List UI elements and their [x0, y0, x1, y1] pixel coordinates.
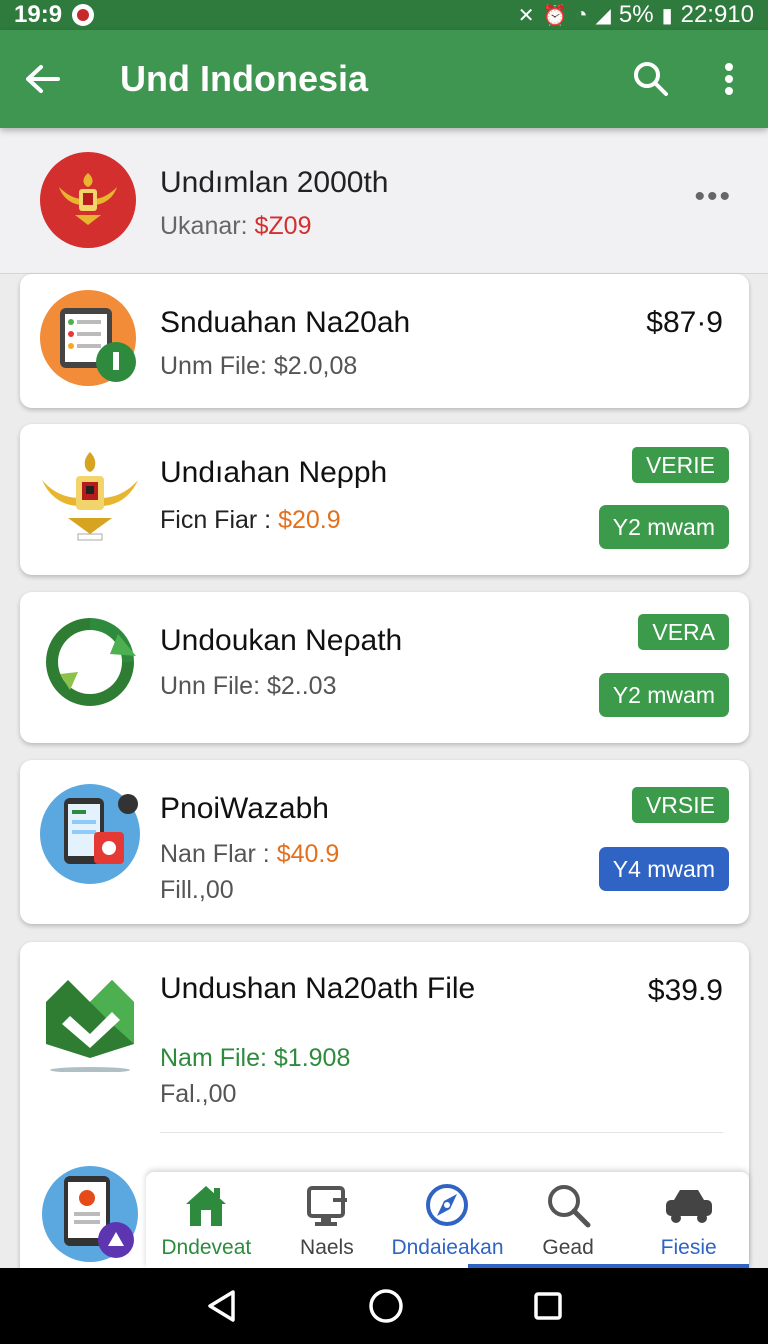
item-extra: Fal.,00: [160, 1080, 237, 1108]
item-subtitle: Nam File: $1.908: [160, 1044, 351, 1072]
version-badge: VERIE: [631, 447, 729, 483]
header-sub-label: Ukanar:: [160, 212, 248, 240]
nav-item-discover[interactable]: Dndaieakan: [387, 1172, 508, 1268]
status-clock: 22:910: [680, 1, 754, 28]
search-button[interactable]: [612, 30, 690, 128]
download-button[interactable]: Y2 mwam: [598, 673, 729, 717]
nav-item-search[interactable]: Gead: [508, 1172, 629, 1268]
nav-label: Gead: [542, 1236, 594, 1259]
monitor-icon: [306, 1186, 347, 1226]
item-title: Snduahan Na20ah: [160, 306, 411, 339]
sync-icon: [46, 618, 136, 706]
notification-icon: [72, 4, 95, 26]
alarm-icon: ⏰: [542, 4, 568, 27]
more-horiz-icon[interactable]: •••: [694, 180, 732, 214]
vpn-logo-icon: [46, 980, 134, 1072]
arrow-left-icon: [26, 65, 60, 93]
item-price: $40.9: [276, 840, 340, 868]
divider: [160, 1132, 723, 1133]
overflow-menu-button[interactable]: [690, 30, 768, 128]
list-item[interactable]: Snduahan Na20ah Unm File: $2.0,08 $87·9: [20, 274, 749, 408]
item-subtitle: Unm File: $2.0,08: [160, 352, 358, 380]
system-home-icon[interactable]: [368, 1288, 404, 1324]
status-icons: ✕ ⏰ ◔ ◢ 5% ▮ 22:910: [518, 1, 754, 29]
system-back-icon[interactable]: [205, 1289, 239, 1323]
download-button[interactable]: Y2 mwam: [598, 505, 729, 549]
header-title: Undımlan 2000th: [160, 166, 389, 199]
signal-icon: ◢: [595, 4, 611, 27]
document-app-icon: [42, 1166, 138, 1262]
version-badge: VRSIE: [631, 787, 729, 823]
nav-label: Dndaieakan: [391, 1236, 504, 1259]
list-item[interactable]: Undıahan Neρph Ficn Fiar : $20.9 VERIE Y…: [20, 424, 749, 575]
home-icon: [186, 1186, 227, 1226]
header-item[interactable]: Undımlan 2000th Ukanar: $Z09 •••: [0, 128, 768, 274]
nav-label: Naels: [300, 1236, 354, 1259]
item-title: Undoukan Neρath: [160, 624, 403, 657]
item-title: Undushan Na20ath File: [160, 972, 476, 1005]
download-button[interactable]: Y4 mwam: [598, 847, 729, 891]
item-sub-label: Nan Flar :: [160, 840, 270, 868]
nav-item-fiesie[interactable]: Fiesie: [628, 1172, 749, 1268]
battery-icon: ▮: [661, 4, 673, 27]
item-sub-label: Ficn Fiar :: [160, 506, 272, 534]
search-icon: [634, 62, 668, 96]
car-icon: [665, 1190, 712, 1223]
item-subtitle: Nan Flar : $40.9: [160, 840, 339, 869]
bottom-navigation: Dndeveat Naels Dndaieakan Gead Fiesie: [146, 1172, 749, 1268]
page-title: Und Indonesia: [120, 58, 369, 99]
system-navigation-bar: [0, 1268, 768, 1344]
item-subtitle: Ficn Fiar : $20.9: [160, 506, 341, 535]
list-item[interactable]: PnoiWazabh Nan Flar : $40.9 Fill.,00 VRS…: [20, 760, 749, 924]
more-vert-icon: [725, 63, 733, 95]
garuda-icon: [42, 452, 138, 541]
item-title: Undıahan Neρph: [160, 456, 388, 489]
item-price: $87·9: [646, 306, 723, 339]
item-extra: Fill.,00: [160, 876, 234, 904]
clipboard-app-icon: [40, 290, 136, 386]
app-bar: Und Indonesia: [0, 30, 768, 128]
mute-icon: ✕: [517, 4, 535, 27]
item-price: $20.9: [278, 506, 341, 534]
phone-tools-icon: [40, 784, 140, 884]
nav-label: Dndeveat: [161, 1236, 252, 1259]
search-icon: [548, 1185, 591, 1228]
back-button[interactable]: [0, 30, 86, 128]
list-item[interactable]: Undoukan Neρath Unn File: $2..03 VERA Y2…: [20, 592, 749, 743]
status-bar: 19:9 ✕ ⏰ ◔ ◢ 5% ▮ 22:910: [0, 0, 768, 30]
nav-item-home[interactable]: Dndeveat: [146, 1172, 267, 1268]
nav-label: Fiesie: [660, 1236, 717, 1259]
battery-percent: 5%: [618, 1, 654, 28]
garuda-emblem-icon: [40, 152, 136, 248]
compass-icon: [426, 1184, 469, 1226]
version-badge: VERA: [638, 614, 729, 650]
header-price: $Z09: [254, 212, 312, 240]
system-recents-icon[interactable]: [533, 1291, 563, 1321]
item-price: $39.9: [647, 974, 723, 1007]
item-subtitle: Unn File: $2..03: [160, 672, 337, 700]
status-time: 19:9: [14, 1, 63, 28]
header-subtitle: Ukanar: $Z09: [160, 212, 311, 241]
nav-item-naels[interactable]: Naels: [267, 1172, 388, 1268]
wifi-icon: ◔: [575, 3, 588, 26]
item-title: PnoiWazabh: [160, 792, 329, 825]
